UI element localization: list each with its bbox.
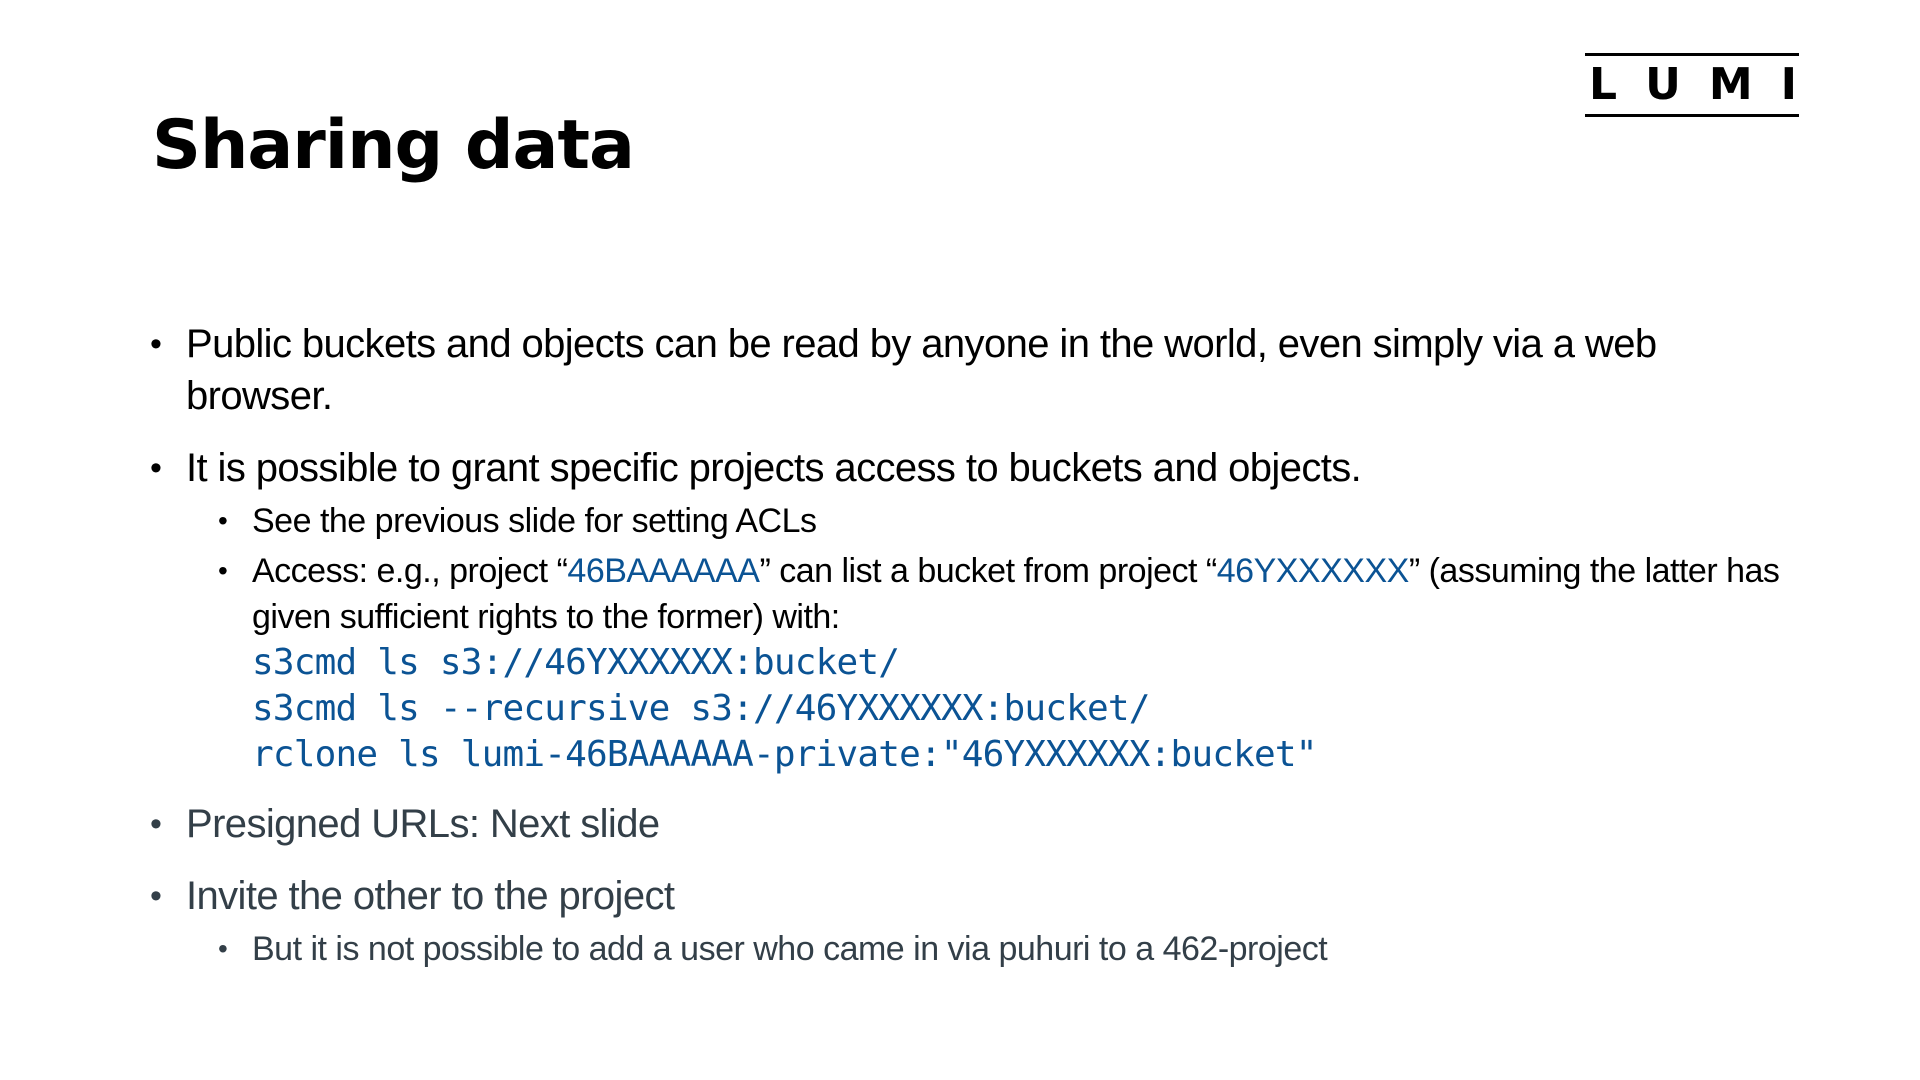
access-prefix: Access: e.g., project “ — [252, 552, 568, 590]
logo-letter: U — [1645, 59, 1681, 110]
sub-bullet-puhuri: But it is not possible to add a user who… — [218, 926, 1790, 972]
sub-bullet-access-example: Access: e.g., project “46BAAAAAA” can li… — [218, 548, 1790, 778]
logo-letter: I — [1780, 59, 1797, 110]
code-line-s3cmd-ls: s3cmd ls s3://46YXXXXXX:bucket/ — [252, 642, 900, 683]
slide: L U M I Sharing data Public buckets and … — [0, 0, 1920, 1080]
bullet-list: Public buckets and objects can be read b… — [150, 318, 1790, 972]
code-block: s3cmd ls s3://46YXXXXXX:bucket/ s3cmd ls… — [252, 640, 1790, 778]
sub-bullet-text: See the previous slide for setting ACLs — [252, 502, 817, 540]
sub-bullet-list: But it is not possible to add a user who… — [218, 926, 1790, 972]
slide-title: Sharing data — [152, 106, 635, 185]
sub-bullet-text: But it is not possible to add a user who… — [252, 930, 1328, 968]
access-middle: ” can list a bucket from project “ — [759, 552, 1217, 590]
logo-letter: M — [1708, 59, 1753, 110]
sub-bullet-list: See the previous slide for setting ACLs … — [218, 498, 1790, 778]
bullet-text: Invite the other to the project — [186, 874, 675, 918]
lumi-logo: L U M I — [1585, 53, 1799, 117]
bullet-invite: Invite the other to the project But it i… — [150, 870, 1790, 972]
project-id-a: 46BAAAAAA — [567, 552, 760, 590]
bullet-public-buckets: Public buckets and objects can be read b… — [150, 318, 1790, 422]
slide-content: Public buckets and objects can be read b… — [150, 318, 1790, 992]
bullet-text: Public buckets and objects can be read b… — [186, 322, 1657, 418]
bullet-presigned-urls: Presigned URLs: Next slide — [150, 798, 1790, 850]
logo-letter: L — [1589, 59, 1618, 110]
bullet-text: It is possible to grant specific project… — [186, 446, 1362, 490]
code-line-s3cmd-recursive: s3cmd ls --recursive s3://46YXXXXXX:buck… — [252, 688, 1150, 729]
bullet-grant-access: It is possible to grant specific project… — [150, 442, 1790, 778]
code-line-rclone: rclone ls lumi-46BAAAAAA-private:"46YXXX… — [252, 734, 1317, 775]
project-id-b: 46YXXXXXX — [1216, 552, 1410, 590]
sub-bullet-acls: See the previous slide for setting ACLs — [218, 498, 1790, 544]
bullet-text: Presigned URLs: Next slide — [186, 802, 660, 846]
